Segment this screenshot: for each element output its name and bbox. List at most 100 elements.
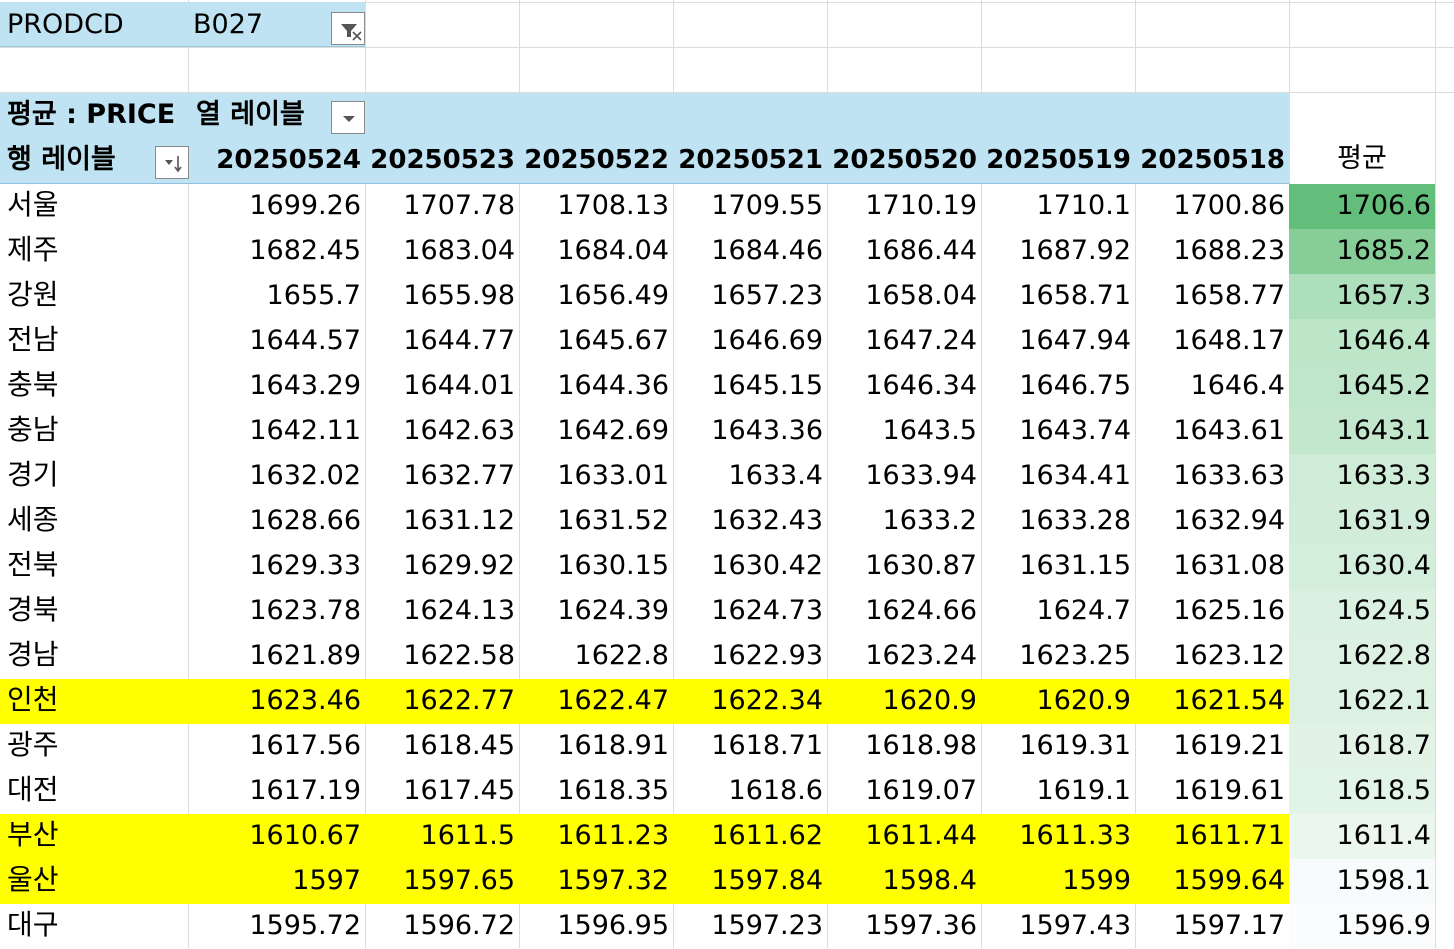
value-cell[interactable]: 1624.13: [365, 597, 515, 624]
value-cell[interactable]: 1597.17: [1135, 912, 1285, 939]
filter-dropdown-icon[interactable]: [331, 12, 365, 45]
value-cell[interactable]: 1657.23: [673, 282, 823, 309]
grand-total-cell[interactable]: 1645.2: [1289, 372, 1431, 399]
value-cell[interactable]: 1630.42: [673, 552, 823, 579]
value-cell[interactable]: 1622.77: [365, 687, 515, 714]
grand-total-cell[interactable]: 1706.6: [1289, 192, 1431, 219]
value-cell[interactable]: 1623.78: [211, 597, 361, 624]
row-label[interactable]: 서울: [7, 191, 59, 219]
value-cell[interactable]: 1646.75: [981, 372, 1131, 399]
grand-total-cell[interactable]: 1646.4: [1289, 327, 1431, 354]
grand-total-cell[interactable]: 1618.7: [1289, 732, 1431, 759]
value-cell[interactable]: 1596.72: [365, 912, 515, 939]
row-label[interactable]: 광주: [7, 731, 59, 759]
value-cell[interactable]: 1619.31: [981, 732, 1131, 759]
value-cell[interactable]: 1699.26: [211, 192, 361, 219]
row-label[interactable]: 전남: [7, 326, 59, 354]
value-cell[interactable]: 1644.01: [365, 372, 515, 399]
value-cell[interactable]: 1624.7: [981, 597, 1131, 624]
value-cell[interactable]: 1644.36: [519, 372, 669, 399]
value-cell[interactable]: 1621.54: [1135, 687, 1285, 714]
grand-total-cell[interactable]: 1622.1: [1289, 687, 1431, 714]
grand-total-cell[interactable]: 1643.1: [1289, 417, 1431, 444]
value-cell[interactable]: 1632.43: [673, 507, 823, 534]
value-cell[interactable]: 1597.23: [673, 912, 823, 939]
value-cell[interactable]: 1622.8: [519, 642, 669, 669]
value-cell[interactable]: 1622.93: [673, 642, 823, 669]
row-label[interactable]: 울산: [7, 866, 59, 894]
value-cell[interactable]: 1683.04: [365, 237, 515, 264]
value-cell[interactable]: 1633.94: [827, 462, 977, 489]
value-cell[interactable]: 1656.49: [519, 282, 669, 309]
value-cell[interactable]: 1619.21: [1135, 732, 1285, 759]
value-cell[interactable]: 1631.12: [365, 507, 515, 534]
column-filter-dropdown-icon[interactable]: [331, 101, 365, 134]
value-cell[interactable]: 1619.07: [827, 777, 977, 804]
value-cell[interactable]: 1624.73: [673, 597, 823, 624]
value-cell[interactable]: 1631.15: [981, 552, 1131, 579]
value-cell[interactable]: 1611.23: [519, 822, 669, 849]
grand-total-cell[interactable]: 1685.2: [1289, 237, 1431, 264]
value-cell[interactable]: 1611.44: [827, 822, 977, 849]
value-cell[interactable]: 1629.33: [211, 552, 361, 579]
value-cell[interactable]: 1631.52: [519, 507, 669, 534]
value-cell[interactable]: 1643.5: [827, 417, 977, 444]
value-cell[interactable]: 1597.65: [365, 867, 515, 894]
value-cell[interactable]: 1642.11: [211, 417, 361, 444]
grand-total-cell[interactable]: 1611.4: [1289, 822, 1431, 849]
value-cell[interactable]: 1624.39: [519, 597, 669, 624]
row-label[interactable]: 경기: [7, 461, 59, 489]
value-cell[interactable]: 1645.15: [673, 372, 823, 399]
row-label[interactable]: 대구: [7, 911, 59, 939]
value-cell[interactable]: 1598.4: [827, 867, 977, 894]
value-cell[interactable]: 1617.56: [211, 732, 361, 759]
value-cell[interactable]: 1646.69: [673, 327, 823, 354]
value-cell[interactable]: 1618.71: [673, 732, 823, 759]
value-cell[interactable]: 1710.1: [981, 192, 1131, 219]
date-column-header[interactable]: 20250523: [365, 147, 515, 173]
value-cell[interactable]: 1682.45: [211, 237, 361, 264]
value-cell[interactable]: 1618.35: [519, 777, 669, 804]
value-cell[interactable]: 1624.66: [827, 597, 977, 624]
value-cell[interactable]: 1599.64: [1135, 867, 1285, 894]
value-cell[interactable]: 1655.7: [211, 282, 361, 309]
value-cell[interactable]: 1684.04: [519, 237, 669, 264]
value-cell[interactable]: 1597.84: [673, 867, 823, 894]
value-cell[interactable]: 1618.91: [519, 732, 669, 759]
value-cell[interactable]: 1597: [211, 867, 361, 894]
date-column-header[interactable]: 20250518: [1135, 147, 1285, 173]
row-label[interactable]: 대전: [7, 776, 59, 804]
date-column-header[interactable]: 20250524: [211, 147, 361, 173]
value-cell[interactable]: 1709.55: [673, 192, 823, 219]
row-label[interactable]: 세종: [7, 506, 59, 534]
value-cell[interactable]: 1645.67: [519, 327, 669, 354]
value-cell[interactable]: 1634.41: [981, 462, 1131, 489]
value-cell[interactable]: 1708.13: [519, 192, 669, 219]
value-cell[interactable]: 1630.15: [519, 552, 669, 579]
value-cell[interactable]: 1632.77: [365, 462, 515, 489]
value-cell[interactable]: 1623.25: [981, 642, 1131, 669]
value-cell[interactable]: 1596.95: [519, 912, 669, 939]
value-cell[interactable]: 1630.87: [827, 552, 977, 579]
value-cell[interactable]: 1611.5: [365, 822, 515, 849]
row-label[interactable]: 경남: [7, 641, 59, 669]
value-cell[interactable]: 1623.24: [827, 642, 977, 669]
date-column-header[interactable]: 20250520: [827, 147, 977, 173]
value-cell[interactable]: 1648.17: [1135, 327, 1285, 354]
value-cell[interactable]: 1647.94: [981, 327, 1131, 354]
value-cell[interactable]: 1629.92: [365, 552, 515, 579]
value-cell[interactable]: 1658.04: [827, 282, 977, 309]
value-cell[interactable]: 1643.61: [1135, 417, 1285, 444]
value-cell[interactable]: 1633.01: [519, 462, 669, 489]
grand-total-cell[interactable]: 1622.8: [1289, 642, 1431, 669]
grand-total-cell[interactable]: 1624.5: [1289, 597, 1431, 624]
value-cell[interactable]: 1643.36: [673, 417, 823, 444]
value-cell[interactable]: 1642.69: [519, 417, 669, 444]
value-cell[interactable]: 1619.61: [1135, 777, 1285, 804]
value-cell[interactable]: 1646.4: [1135, 372, 1285, 399]
value-cell[interactable]: 1710.19: [827, 192, 977, 219]
value-cell[interactable]: 1642.63: [365, 417, 515, 444]
value-cell[interactable]: 1643.74: [981, 417, 1131, 444]
value-cell[interactable]: 1644.77: [365, 327, 515, 354]
value-cell[interactable]: 1684.46: [673, 237, 823, 264]
